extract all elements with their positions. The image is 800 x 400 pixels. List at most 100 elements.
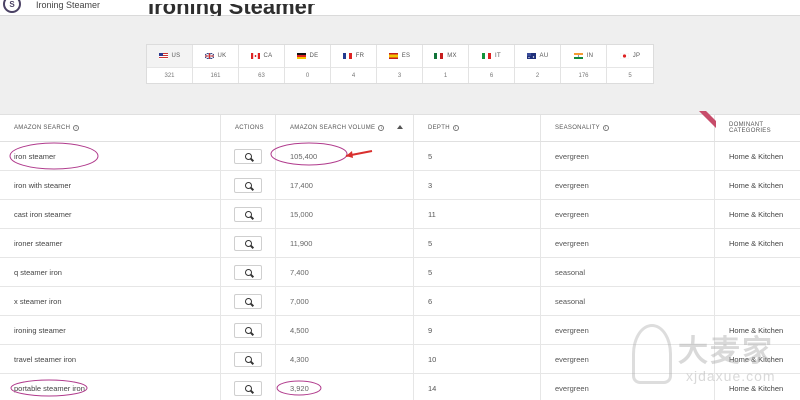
marketplace-tab-header[interactable]: IT <box>469 45 514 68</box>
search-button[interactable] <box>234 235 262 251</box>
depth-cell: 5 <box>414 258 541 286</box>
marketplace-tab-es[interactable]: ES 3 <box>377 45 423 83</box>
table-row[interactable]: x steamer iron 7,000 6 seasonal <box>0 287 800 316</box>
depth-cell: 3 <box>414 171 541 199</box>
search-volume-cell: 7,000 <box>276 287 414 315</box>
us-flag-icon <box>158 53 168 59</box>
uk-flag-icon <box>204 52 214 60</box>
marketplace-tab-mx[interactable]: MX 1 <box>423 45 469 83</box>
info-icon[interactable]: i <box>602 125 609 131</box>
marketplace-tab-in[interactable]: IN 176 <box>561 45 607 83</box>
header-search-volume[interactable]: Amazon Search Volume i <box>276 115 414 141</box>
marketplace-code: CA <box>263 53 273 59</box>
search-button[interactable] <box>234 264 262 280</box>
marketplace-tab-header[interactable]: ES <box>377 45 422 68</box>
marketplace-tab-header[interactable]: UK <box>193 45 238 68</box>
app-logo-icon[interactable]: S <box>3 0 21 13</box>
marketplace-code: AU <box>539 53 549 59</box>
search-term-cell[interactable]: x steamer iron <box>0 287 221 315</box>
seasonality-cell: evergreen <box>541 374 715 400</box>
marketplace-tab-header[interactable]: DE <box>285 45 330 68</box>
seasonality-cell: evergreen <box>541 142 715 170</box>
search-button[interactable] <box>234 351 262 367</box>
search-volume-cell: 3,920 <box>276 374 414 400</box>
marketplace-tab-us[interactable]: US 321 <box>147 45 193 83</box>
table-row[interactable]: ironing steamer 4,500 9 evergreen Home & Kit… <box>0 316 800 345</box>
info-icon[interactable]: i <box>452 125 459 131</box>
search-icon <box>244 384 252 392</box>
search-term-cell[interactable]: travel steamer iron <box>0 345 221 373</box>
marketplace-tab-header[interactable]: US <box>147 45 192 68</box>
in-flag-icon <box>573 53 583 59</box>
table-row[interactable]: portable steamer iron 3,920 14 evergreen Hom… <box>0 374 800 400</box>
table-row[interactable]: ironer steamer 11,900 5 evergreen Home & Kit… <box>0 229 800 258</box>
search-term-cell[interactable]: ironer steamer <box>0 229 221 257</box>
actions-cell <box>221 345 276 373</box>
category-cell: Home & Kitchen <box>729 209 784 219</box>
seasonality-cell: evergreen <box>541 316 715 344</box>
category-cell <box>715 287 800 315</box>
marketplace-tab-header[interactable]: FR <box>331 45 376 68</box>
search-icon <box>244 210 252 218</box>
search-icon <box>244 326 252 334</box>
search-term-cell[interactable]: ironing steamer <box>0 316 221 344</box>
marketplace-tab-jp[interactable]: JP 5 <box>607 45 653 83</box>
marketplace-count: 161 <box>210 72 221 79</box>
marketplace-tab-header[interactable]: JP <box>607 45 653 68</box>
seasonality-cell: evergreen <box>541 171 715 199</box>
seasonality-cell: evergreen <box>541 345 715 373</box>
marketplace-tab-header[interactable]: IN <box>561 45 606 68</box>
seasonality-cell: evergreen <box>541 229 715 257</box>
search-term-cell[interactable]: q steamer iron <box>0 258 221 286</box>
header-amazon-search[interactable]: Amazon Search i <box>0 115 221 141</box>
actions-cell <box>221 229 276 257</box>
actions-cell <box>221 171 276 199</box>
header-seasonality[interactable]: Seasonality i <box>541 115 715 141</box>
marketplace-selector: US 321 UK 161 CA 63 DE 0 FR 4 ES 3 MX 1 IT 6 AU 2 IN 176 JP 5 <box>146 44 654 84</box>
table-row[interactable]: travel steamer iron 4,300 10 evergreen Home … <box>0 345 800 374</box>
info-icon[interactable]: i <box>378 125 385 131</box>
table-row[interactable]: cast iron steamer 15,000 11 evergreen Home &… <box>0 200 800 229</box>
au-flag-icon <box>526 53 536 59</box>
marketplace-tab-uk[interactable]: UK 161 <box>193 45 239 83</box>
table-body: iron steamer 105,400 5 evergreen Home & Kitc… <box>0 142 800 400</box>
depth-cell: 14 <box>414 374 541 400</box>
marketplace-tab-au[interactable]: AU 2 <box>515 45 561 83</box>
marketplace-tab-fr[interactable]: FR 4 <box>331 45 377 83</box>
marketplace-tab-de[interactable]: DE 0 <box>285 45 331 83</box>
header-dominant-categories: Dominant Categories <box>729 122 771 134</box>
table-row[interactable]: q steamer iron 7,400 5 seasonal <box>0 258 800 287</box>
search-volume-cell: 105,400 <box>276 142 414 170</box>
search-volume-cell: 17,400 <box>276 171 414 199</box>
marketplace-count: 2 <box>535 72 540 79</box>
marketplace-tab-header[interactable]: MX <box>423 45 468 68</box>
search-term-cell[interactable]: portable steamer iron <box>0 374 221 400</box>
search-button[interactable] <box>234 177 262 193</box>
search-term-cell[interactable]: iron with steamer <box>0 171 221 199</box>
search-button[interactable] <box>234 206 262 222</box>
search-term-cell[interactable]: iron steamer <box>0 142 221 170</box>
marketplace-tab-header[interactable]: CA <box>239 45 284 68</box>
sort-ascending-icon[interactable] <box>397 125 403 129</box>
table-row[interactable]: iron with steamer 17,400 3 evergreen Home & … <box>0 171 800 200</box>
marketplace-tab-it[interactable]: IT 6 <box>469 45 515 83</box>
marketplace-tab-header[interactable]: AU <box>515 45 560 68</box>
marketplace-count: 1 <box>443 72 448 79</box>
search-button[interactable] <box>234 293 262 309</box>
search-volume-cell: 7,400 <box>276 258 414 286</box>
top-bar: S Ironing Steamer <box>0 0 800 16</box>
marketplace-tab-ca[interactable]: CA 63 <box>239 45 285 83</box>
search-button[interactable] <box>234 148 262 164</box>
table-row[interactable]: iron steamer 105,400 5 evergreen Home & Kitc… <box>0 142 800 171</box>
category-cell: Home & Kitchen <box>729 180 784 190</box>
search-button[interactable] <box>234 322 262 338</box>
header-depth[interactable]: Depth i <box>414 115 541 141</box>
de-flag-icon <box>296 53 306 59</box>
search-button[interactable] <box>234 380 262 396</box>
search-volume-cell: 11,900 <box>276 229 414 257</box>
info-icon[interactable]: i <box>73 125 80 131</box>
marketplace-code: US <box>171 53 181 59</box>
fr-flag-icon <box>342 53 352 59</box>
search-volume-cell: 4,500 <box>276 316 414 344</box>
search-term-cell[interactable]: cast iron steamer <box>0 200 221 228</box>
